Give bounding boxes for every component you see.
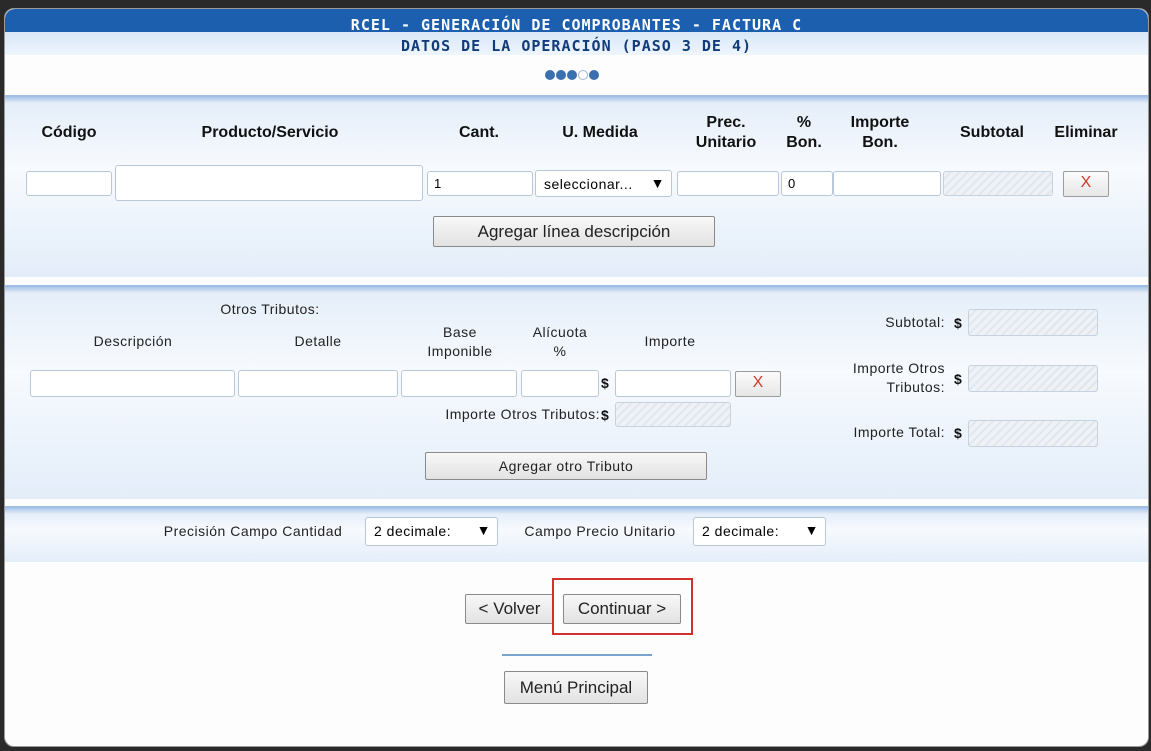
header-bon-pct: % Bon. bbox=[786, 114, 822, 151]
cantidad-input[interactable]: 1 bbox=[427, 171, 533, 196]
delete-x-icon: X bbox=[1080, 174, 1092, 191]
currency-symbol: $ bbox=[601, 375, 609, 391]
currency-symbol: $ bbox=[954, 425, 962, 441]
unidad-medida-value: seleccionar... bbox=[544, 176, 633, 192]
tributo-importe-input[interactable] bbox=[615, 370, 731, 397]
header-cant: Cant. bbox=[459, 124, 499, 141]
header-importe: Importe bbox=[644, 333, 696, 349]
header-eliminar: Eliminar bbox=[1054, 124, 1118, 141]
total-subtotal-readonly bbox=[968, 309, 1098, 336]
header-alicuota: Alícuota % bbox=[532, 324, 588, 359]
header-producto: Producto/Servicio bbox=[201, 124, 339, 141]
header-umedida: U. Medida bbox=[562, 124, 638, 141]
total-importe-readonly bbox=[968, 420, 1098, 447]
importe-bon-input[interactable] bbox=[833, 171, 941, 196]
delete-tributo-button[interactable]: X bbox=[735, 371, 781, 397]
page-subtitle: DATOS DE LA OPERACIÓN (PASO 3 DE 4) bbox=[400, 37, 753, 55]
step-dot bbox=[567, 70, 577, 80]
dropdown-arrow-icon: ▼ bbox=[476, 522, 491, 538]
currency-symbol: $ bbox=[954, 315, 962, 331]
codigo-input[interactable] bbox=[26, 171, 112, 196]
currency-symbol: $ bbox=[954, 371, 962, 387]
precision-precio-select[interactable]: 2 decimale: ▼ bbox=[693, 517, 826, 546]
page-title: RCEL - GENERACIÓN DE COMPROBANTES - FACT… bbox=[350, 16, 803, 34]
otros-tributos-label: Otros Tributos: bbox=[220, 301, 320, 317]
header-prec-unitario: Prec. Unitario bbox=[695, 114, 757, 151]
dropdown-arrow-icon: ▼ bbox=[804, 522, 819, 538]
form-window: RCEL - GENERACIÓN DE COMPROBANTES - FACT… bbox=[4, 8, 1149, 747]
header-detalle: Detalle bbox=[294, 333, 342, 349]
precision-cantidad-value: 2 decimale: bbox=[374, 523, 452, 539]
continue-highlight-box bbox=[552, 578, 693, 635]
back-button[interactable]: < Volver bbox=[465, 594, 554, 624]
currency-symbol: $ bbox=[601, 407, 609, 423]
add-description-line-button[interactable]: Agregar línea descripción bbox=[433, 216, 715, 247]
importe-total-label: Importe Total: bbox=[853, 424, 945, 440]
unidad-medida-select[interactable]: seleccionar... ▼ bbox=[535, 170, 672, 197]
precision-precio-label: Campo Precio Unitario bbox=[524, 523, 676, 539]
precio-unitario-input[interactable] bbox=[677, 171, 779, 196]
importe-otros-tributos-label: Importe Otros Tributos: bbox=[445, 406, 600, 422]
add-tributo-button[interactable]: Agregar otro Tributo bbox=[425, 452, 707, 480]
header-base-imponible: Base Imponible bbox=[427, 324, 493, 359]
step-dot bbox=[589, 70, 599, 80]
precision-cantidad-label: Precisión Campo Cantidad bbox=[163, 523, 343, 539]
producto-textarea[interactable] bbox=[115, 165, 423, 201]
step-dot-current bbox=[578, 70, 588, 80]
tributo-descripcion-input[interactable] bbox=[30, 370, 235, 397]
step-progress bbox=[545, 70, 599, 80]
divider bbox=[502, 654, 652, 656]
tributo-base-input[interactable] bbox=[401, 370, 517, 397]
total-otros-readonly bbox=[968, 365, 1098, 392]
header-codigo: Código bbox=[41, 124, 97, 141]
delete-x-icon: X bbox=[752, 374, 764, 391]
bonificacion-pct-input[interactable]: 0 bbox=[781, 171, 833, 196]
tributo-alicuota-input[interactable] bbox=[521, 370, 599, 397]
delete-item-button[interactable]: X bbox=[1063, 171, 1109, 197]
importe-otros-tributos-readonly bbox=[615, 402, 731, 427]
tributo-detalle-input[interactable] bbox=[238, 370, 398, 397]
precision-precio-value: 2 decimale: bbox=[702, 523, 780, 539]
step-dot bbox=[545, 70, 555, 80]
precision-cantidad-select[interactable]: 2 decimale: ▼ bbox=[365, 517, 498, 546]
header-importe-bon: Importe Bon. bbox=[850, 114, 910, 151]
header-subtotal: Subtotal bbox=[960, 124, 1024, 141]
header-descripcion: Descripción bbox=[93, 333, 173, 349]
dropdown-arrow-icon: ▼ bbox=[650, 175, 665, 191]
subtotal-label: Subtotal: bbox=[885, 314, 945, 330]
subtotal-readonly bbox=[943, 171, 1053, 196]
step-dot bbox=[556, 70, 566, 80]
importe-otros-tributos-total-label: Importe Otros Tributos: bbox=[852, 360, 945, 395]
main-menu-button[interactable]: Menú Principal bbox=[504, 671, 648, 704]
